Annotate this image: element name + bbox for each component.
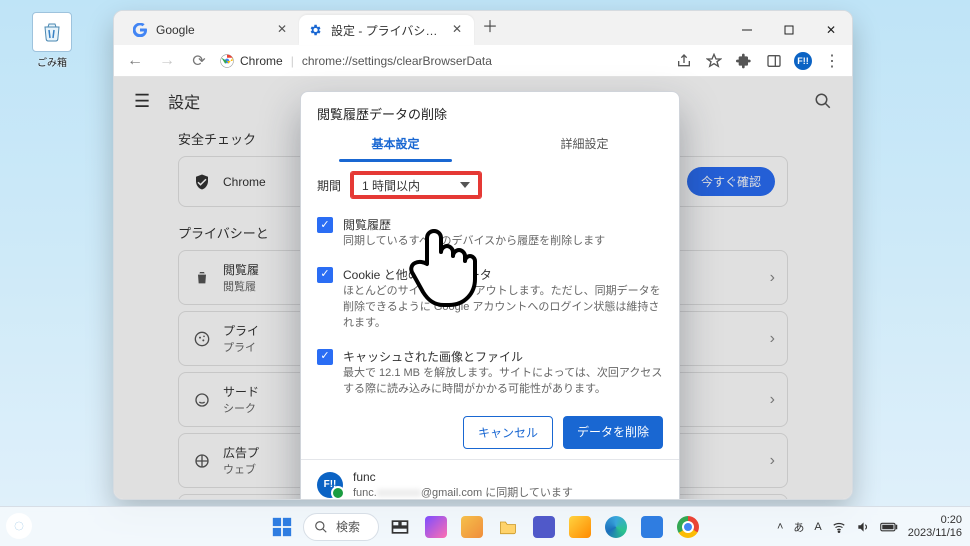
option-desc: ほとんどのサイトからログアウトします。ただし、同期データを削除できるように Go… [343,284,663,332]
tab-settings[interactable]: 設定 - プライバシーとセキュリティ ✕ [299,15,474,45]
wifi-icon[interactable] [832,520,846,534]
star-icon[interactable] [704,51,724,71]
cancel-button[interactable]: キャンセル [463,416,553,449]
taskbar-edge[interactable] [601,512,631,542]
widgets-button[interactable] [6,513,32,539]
clock-time: 0:20 [908,514,962,526]
volume-icon[interactable] [856,520,870,534]
start-button[interactable] [267,512,297,542]
time-range-label: 期間 [317,177,341,194]
lang-indicator[interactable]: A [814,521,821,533]
battery-icon[interactable] [880,521,898,533]
dialog-option-row: キャッシュされた画像とファイル最大で 12.1 MB を解放します。サイトによっ… [301,340,679,406]
nav-reload-button[interactable]: ⟳ [188,50,210,72]
checkbox[interactable] [317,267,333,283]
taskbar-app-1[interactable] [421,512,451,542]
tab-close-icon[interactable]: ✕ [275,23,289,37]
address-field[interactable]: Chrome | chrome://settings/clearBrowserD… [220,54,664,68]
clock-date: 2023/11/16 [908,527,962,539]
time-range-value: 1 時間以内 [362,177,420,194]
option-title: Cookie と他のサイトデータ [343,266,663,283]
checkbox[interactable] [317,217,333,233]
dialog-option-row: Cookie と他のサイトデータほとんどのサイトからログアウトします。ただし、同… [301,258,679,340]
taskbar: 検索 ˄ あ A 0:20 2023/11/16 [0,506,970,546]
tab-close-icon[interactable]: ✕ [450,23,464,37]
gear-icon [307,22,323,38]
ime-indicator[interactable]: あ [793,519,804,535]
dialog-title: 閲覧履歴データの削除 [301,92,679,123]
share-icon[interactable] [674,51,694,71]
window-minimize-button[interactable] [726,15,768,45]
extensions-icon[interactable] [734,51,754,71]
taskbar-teams[interactable] [529,512,559,542]
browser-titlebar: Google ✕ 設定 - プライバシーとセキュリティ ✕ ＋ ✕ [114,11,852,45]
profile-avatar[interactable]: F!! [794,52,812,70]
option-desc: 最大で 12.1 MB を解放します。サイトによっては、次回アクセスする際に読み… [343,366,663,398]
address-prefix: Chrome [240,54,283,68]
chrome-window: Google ✕ 設定 - プライバシーとセキュリティ ✕ ＋ ✕ ← → ⟳ [113,10,853,500]
tab-label: 設定 - プライバシーとセキュリティ [331,22,441,39]
taskbar-search[interactable]: 検索 [303,513,379,541]
taskbar-store[interactable] [637,512,667,542]
tab-basic[interactable]: 基本設定 [301,123,490,162]
tray-chevron-icon[interactable]: ˄ [777,521,783,533]
checkbox[interactable] [317,349,333,365]
separator: | [291,54,294,68]
time-range-select[interactable]: 1 時間以内 [351,172,481,198]
tab-google[interactable]: Google ✕ [124,15,299,45]
account-info: F!! func func.@gmail.com に同期しています [317,470,663,500]
taskbar-explorer[interactable] [493,512,523,542]
taskbar-app-2[interactable] [457,512,487,542]
window-maximize-button[interactable] [768,15,810,45]
taskbar-chrome[interactable] [673,512,703,542]
tab-label: Google [156,23,195,37]
google-favicon [132,22,148,38]
tab-advanced[interactable]: 詳細設定 [490,123,679,162]
taskbar-clock[interactable]: 0:20 2023/11/16 [908,514,962,538]
clear-data-button[interactable]: データを削除 [563,416,663,449]
menu-icon[interactable]: ⋮ [822,51,842,71]
account-avatar: F!! [317,472,343,498]
nav-back-button[interactable]: ← [124,50,146,72]
dialog-option-row: 閲覧履歴同期しているすべてのデバイスから履歴を削除します [301,208,679,258]
new-tab-button[interactable]: ＋ [480,15,500,35]
clear-browsing-data-dialog: 閲覧履歴データの削除 基本設定 詳細設定 期間 1 時間以内 閲覧履歴同期してい… [300,91,680,500]
recycle-bin-icon [32,12,72,52]
taskbar-search-placeholder: 検索 [336,518,360,535]
option-title: 閲覧履歴 [343,216,605,233]
sidepanel-icon[interactable] [764,51,784,71]
nav-forward-button: → [156,50,178,72]
chevron-down-icon [460,182,470,188]
task-view-button[interactable] [385,512,415,542]
taskbar-app-3[interactable] [565,512,595,542]
account-email: func.@gmail.com に同期しています [353,484,573,500]
option-title: キャッシュされた画像とファイル [343,348,663,365]
address-bar: ← → ⟳ Chrome | chrome://settings/clearBr… [114,45,852,77]
window-close-button[interactable]: ✕ [810,15,852,45]
address-text: chrome://settings/clearBrowserData [302,54,492,68]
option-desc: 同期しているすべてのデバイスから履歴を削除します [343,234,605,250]
desktop-recycle-bin[interactable]: ごみ箱 [22,12,82,69]
account-name: func [353,470,573,484]
recycle-bin-label: ごみ箱 [22,54,82,69]
chrome-logo-icon [220,54,234,68]
